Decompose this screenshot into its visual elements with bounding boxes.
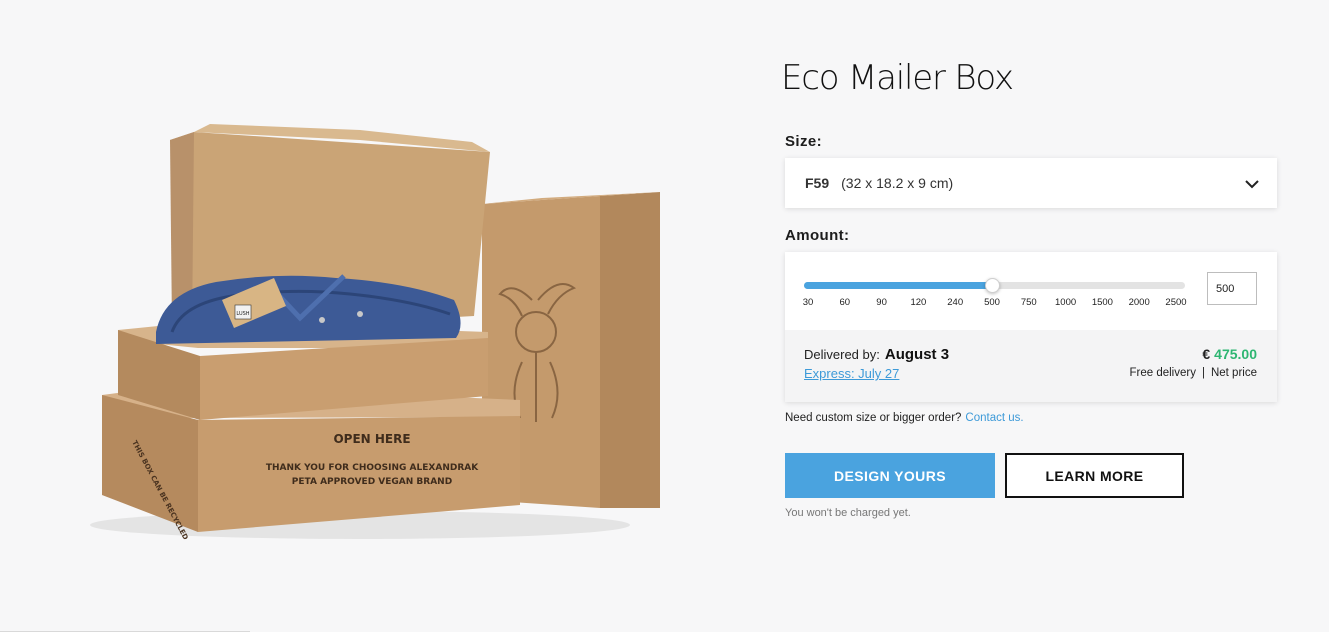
amount-tick-label[interactable]: 2500 bbox=[1165, 297, 1186, 308]
amount-tick-label[interactable]: 240 bbox=[947, 297, 963, 308]
size-dimensions: (32 x 18.2 x 9 cm) bbox=[841, 175, 954, 191]
box-print-line1: OPEN HERE bbox=[333, 432, 410, 446]
amount-box: 30 60 90 120 240 500 750 1000 1500 2000 2500 500 D… bbox=[785, 252, 1277, 402]
size-code: F59 bbox=[805, 175, 830, 191]
amount-tick-label[interactable]: 60 bbox=[840, 297, 851, 308]
design-yours-button[interactable]: DESIGN YOURS bbox=[785, 453, 995, 498]
amount-tick-label[interactable]: 120 bbox=[910, 297, 926, 308]
free-delivery-text: Free delivery bbox=[1129, 367, 1196, 379]
amount-tick-label[interactable]: 1000 bbox=[1055, 297, 1076, 308]
size-label: Size: bbox=[785, 133, 823, 150]
delivered-by: Delivered by: August 3 bbox=[804, 346, 949, 363]
price-value: 475.00 bbox=[1214, 346, 1257, 362]
mailer-box-illustration: THIS BOX CAN BE RECYCLED OPEN HERE THANK… bbox=[90, 124, 660, 541]
chevron-down-icon bbox=[1245, 176, 1259, 194]
delivery-info: Delivered by: August 3 Express: July 27 €… bbox=[785, 330, 1277, 402]
amount-tick-label[interactable]: 90 bbox=[876, 297, 887, 308]
price-note: Free delivery | Net price bbox=[1130, 367, 1258, 379]
hang-tag-text: LUSH bbox=[236, 311, 249, 317]
currency-symbol: € bbox=[1202, 346, 1211, 362]
amount-slider-fill bbox=[804, 282, 992, 289]
amount-tick-label[interactable]: 1500 bbox=[1092, 297, 1113, 308]
amount-tick-label[interactable]: 500 bbox=[984, 297, 1000, 308]
delivery-date: August 3 bbox=[884, 346, 950, 363]
price: €475.00 bbox=[1202, 346, 1257, 362]
amount-input[interactable]: 500 bbox=[1207, 272, 1257, 305]
delivered-by-label: Delivered by: bbox=[804, 347, 880, 362]
amount-slider-area: 30 60 90 120 240 500 750 1000 1500 2000 2500 500 bbox=[785, 252, 1277, 330]
custom-order-note: Need custom size or bigger order? Contact… bbox=[785, 412, 1277, 424]
product-title: Eco Mailer Box bbox=[781, 58, 1014, 98]
box-print-line3: PETA APPROVED VEGAN BRAND bbox=[292, 477, 452, 487]
amount-tick-label[interactable]: 750 bbox=[1021, 297, 1037, 308]
net-price-text: Net price bbox=[1210, 367, 1257, 379]
amount-slider-thumb[interactable] bbox=[985, 278, 1000, 293]
learn-more-button[interactable]: LEARN MORE bbox=[1005, 453, 1184, 498]
express-delivery-link[interactable]: Express: July 27 bbox=[804, 366, 899, 381]
product-image: THIS BOX CAN BE RECYCLED OPEN HERE THANK… bbox=[60, 100, 700, 570]
amount-tick-label[interactable]: 2000 bbox=[1129, 297, 1150, 308]
price-note-separator: | bbox=[1201, 367, 1205, 379]
action-buttons: DESIGN YOURS LEARN MORE bbox=[785, 453, 1277, 498]
product-panel: Eco Mailer Box Size: F59 (32 x 18.2 x 9 … bbox=[781, 56, 1277, 519]
box-print-line2: THANK YOU FOR CHOOSING ALEXANDRAK bbox=[266, 463, 479, 473]
charge-note: You won't be charged yet. bbox=[785, 507, 911, 519]
amount-label: Amount: bbox=[785, 227, 850, 244]
contact-us-link[interactable]: Contact us. bbox=[965, 412, 1023, 424]
amount-tick-label[interactable]: 30 bbox=[803, 297, 814, 308]
size-dropdown[interactable]: F59 (32 x 18.2 x 9 cm) bbox=[785, 158, 1277, 208]
custom-order-text: Need custom size or bigger order? bbox=[785, 412, 962, 424]
